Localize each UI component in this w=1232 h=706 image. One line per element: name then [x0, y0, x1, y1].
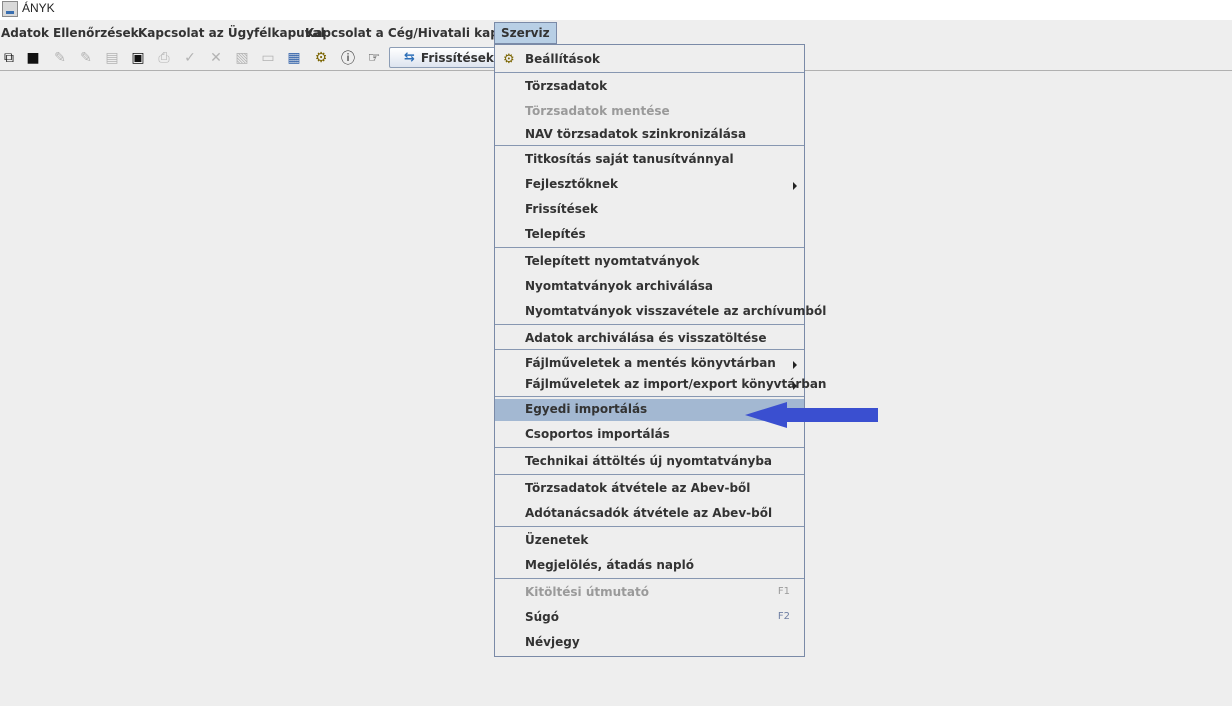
menu-adatok[interactable]: Adatok	[1, 22, 49, 44]
submenu-arrow-icon	[793, 382, 797, 390]
menu-item-label: NAV törzsadatok szinkronizálása	[525, 127, 747, 141]
menu-item-label: Technikai áttöltés új nyomtatványba	[525, 454, 773, 468]
submenu-arrow-icon	[793, 361, 797, 369]
menu-item-label: Adótanácsadók átvétele az Abev-ből	[525, 506, 773, 520]
menu-item-label: Törzsadatok mentése	[525, 104, 670, 118]
menu-separator	[495, 349, 804, 350]
calculator-icon[interactable]: ▦	[285, 49, 303, 67]
menu-item-adatok-archivalasa[interactable]: Adatok archiválása és visszatöltése	[495, 328, 804, 350]
menu-item-label: Egyedi importálás	[525, 402, 648, 416]
menu-item-sugo[interactable]: Súgó F2	[495, 607, 804, 629]
menu-item-titkositas[interactable]: Titkosítás saját tanusítvánnyal	[495, 149, 804, 171]
document-icon[interactable]: ▧	[233, 49, 251, 67]
window-title: ÁNYK	[22, 1, 55, 15]
gears-icon: ⚙	[503, 52, 515, 67]
menu-item-torzsadatok-mentese: Törzsadatok mentése	[495, 101, 804, 123]
menu-separator	[495, 72, 804, 73]
menu-item-fejlesztoknek[interactable]: Fejlesztőknek	[495, 174, 804, 196]
menu-item-label: Törzsadatok	[525, 79, 608, 93]
menu-item-nyomtatvanyok-visszavetele[interactable]: Nyomtatványok visszavétele az archívumbó…	[495, 301, 826, 323]
menu-item-label: Telepítés	[525, 227, 586, 241]
menu-item-label: Csoportos importálás	[525, 427, 670, 441]
menu-item-label: Kitöltési útmutató	[525, 585, 649, 599]
menu-separator	[495, 247, 804, 248]
menu-item-fajlmuveletek-mentes[interactable]: Fájlműveletek a mentés könyvtárban	[495, 353, 804, 375]
menu-separator	[495, 578, 804, 579]
menu-item-technikai-attoltes[interactable]: Technikai áttöltés új nyomtatványba	[495, 451, 804, 473]
menu-item-label: Üzenetek	[525, 533, 589, 547]
info-icon[interactable]: ⓘ	[339, 49, 357, 67]
menu-item-frissitesek[interactable]: Frissítések	[495, 199, 804, 221]
title-bar: ÁNYK	[0, 0, 1232, 20]
menu-item-torzsadatok-atvetele[interactable]: Törzsadatok átvétele az Abev-ből	[495, 478, 804, 500]
menu-item-label: Adatok archiválása és visszatöltése	[525, 331, 767, 345]
menu-item-torzsadatok[interactable]: Törzsadatok	[495, 76, 804, 98]
menu-item-label: Beállítások	[525, 52, 600, 66]
id-card-icon[interactable]: ▣	[129, 49, 147, 67]
menu-item-telepites[interactable]: Telepítés	[495, 224, 804, 246]
annotation-arrow-icon	[745, 402, 878, 428]
menu-item-nav-szinkron[interactable]: NAV törzsadatok szinkronizálása	[495, 124, 804, 146]
hand-pointer-icon[interactable]: ☞	[365, 49, 383, 67]
menu-item-label: Fájlműveletek a mentés könyvtárban	[525, 356, 776, 370]
menu-ellenorzesek[interactable]: Ellenőrzések	[53, 22, 139, 44]
menu-separator	[495, 145, 804, 146]
cross-icon[interactable]: ✕	[207, 49, 225, 67]
menu-item-label: Telepített nyomtatványok	[525, 254, 700, 268]
menu-item-kitoltesi-utmutato: Kitöltési útmutató F1	[495, 582, 804, 604]
arrow-shape	[745, 402, 878, 428]
menu-ugyfelkapu[interactable]: Kapcsolat az Ügyfélkapuval	[138, 22, 325, 44]
menu-item-label: Nyomtatványok visszavétele az archívumbó…	[525, 304, 827, 318]
keyboard-icon[interactable]: ▭	[259, 49, 277, 67]
menu-bar: Adatok Ellenőrzések Kapcsolat az Ügyfélk…	[0, 22, 1232, 44]
gears-icon[interactable]: ⚙	[312, 49, 330, 67]
menu-item-label: Megjelölés, átadás napló	[525, 558, 694, 572]
edit-form-icon[interactable]: ✎	[51, 49, 69, 67]
menu-item-label: Névjegy	[525, 635, 580, 649]
menu-item-nyomtatvanyok-archivalasa[interactable]: Nyomtatványok archiválása	[495, 276, 804, 298]
checkmark-icon[interactable]: ✓	[181, 49, 199, 67]
menu-separator	[495, 526, 804, 527]
submenu-arrow-icon	[793, 182, 797, 190]
menu-separator	[495, 396, 804, 397]
refresh-button-label: Frissítések	[420, 50, 494, 65]
menu-item-label: Törzsadatok átvétele az Abev-ből	[525, 481, 751, 495]
menu-item-label: Fájlműveletek az import/export könyvtárb…	[525, 377, 827, 391]
menu-item-beallitasok[interactable]: ⚙ Beállítások	[495, 49, 804, 71]
menu-item-uzenetek[interactable]: Üzenetek	[495, 530, 804, 552]
menu-item-label: Nyomtatványok archiválása	[525, 279, 714, 293]
shortcut-label: F1	[777, 586, 790, 597]
print-icon[interactable]: ⎙	[155, 49, 173, 67]
menu-item-adotanacsadok-atvetele[interactable]: Adótanácsadók átvétele az Abev-ből	[495, 503, 804, 525]
shortcut-label: F2	[777, 611, 790, 622]
menu-item-label: Súgó	[525, 610, 560, 624]
menu-separator	[495, 324, 804, 325]
menu-item-fajlmuveletek-import-export[interactable]: Fájlműveletek az import/export könyvtárb…	[495, 374, 826, 396]
menu-item-nevjegy[interactable]: Névjegy	[495, 632, 804, 654]
menu-item-megjeloles-naplo[interactable]: Megjelölés, átadás napló	[495, 555, 804, 577]
check-form-icon[interactable]: ✎	[77, 49, 95, 67]
szerviz-dropdown-menu: ⚙ Beállítások Törzsadatok Törzsadatok me…	[494, 44, 826, 657]
save-icon[interactable]: ■	[24, 49, 42, 67]
menu-separator	[495, 447, 804, 448]
java-app-icon	[2, 1, 18, 17]
menu-item-telepitett-nyomtatvanyok[interactable]: Telepített nyomtatványok	[495, 251, 804, 273]
copy-icon[interactable]: ⧉	[0, 49, 18, 67]
menu-item-label: Frissítések	[525, 202, 598, 216]
menu-item-label: Fejlesztőknek	[525, 177, 618, 191]
print-preview-icon[interactable]: ▤	[103, 49, 121, 67]
refresh-icon: ⇆	[404, 50, 415, 65]
menu-separator	[495, 474, 804, 475]
menu-item-label: Titkosítás saját tanusítvánnyal	[525, 152, 734, 166]
menu-szerviz[interactable]: Szerviz	[494, 22, 557, 44]
